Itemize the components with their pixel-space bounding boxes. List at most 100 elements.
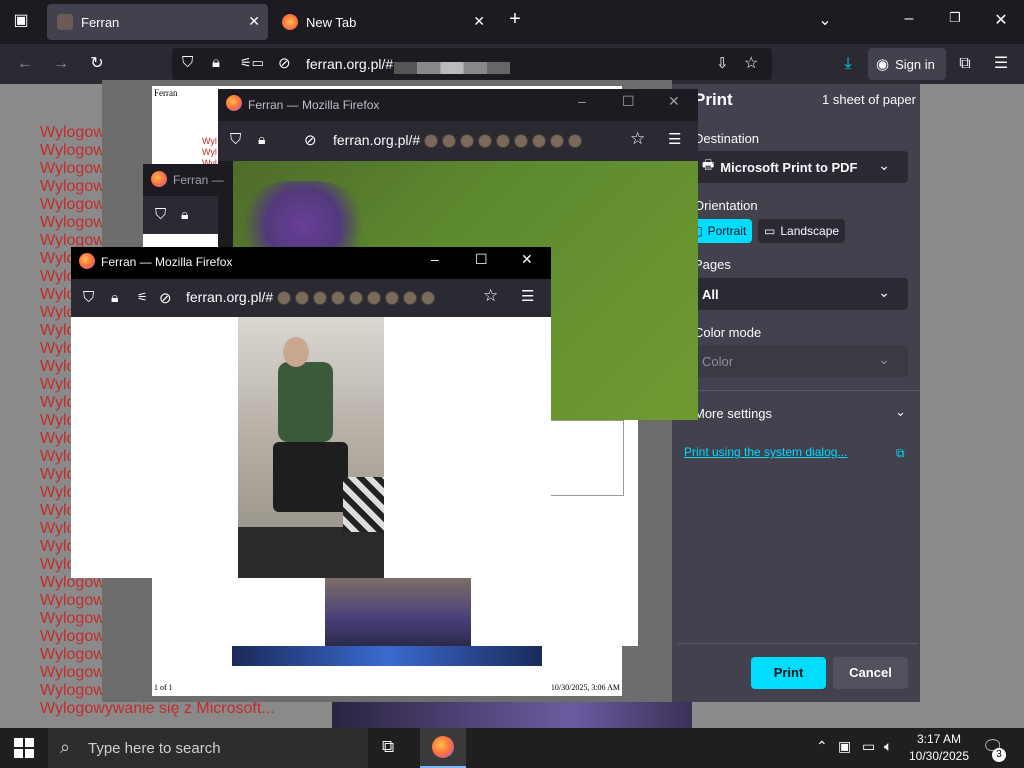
shield-icon[interactable]: ⛉ <box>83 289 94 306</box>
destination-value: Microsoft Print to PDF <box>720 159 858 175</box>
sheet-red-line: Wyl <box>202 147 217 157</box>
sheet-title: Ferran <box>154 88 178 98</box>
emoji-row <box>424 134 582 148</box>
tab-list-icon[interactable]: ▣ <box>8 10 34 30</box>
sign-in-label: Sign in <box>895 56 935 72</box>
firefox-window-front[interactable]: Ferran — Mozilla Firefox – ☐ ✕ ⛉ 🔒︎ ⚟ ⊘ … <box>71 247 551 578</box>
shield-icon[interactable]: ⛉ <box>230 131 241 148</box>
landscape-toggle[interactable]: ▭ Landscape <box>758 219 846 243</box>
preview-video-thumb <box>325 578 471 646</box>
menu-icon[interactable]: ☰ <box>668 130 681 148</box>
shield-icon[interactable]: ⛉ <box>182 54 193 71</box>
lock-icon[interactable]: 🔒︎ <box>181 206 188 223</box>
nested-sheet-edge <box>540 420 624 496</box>
cancel-button[interactable]: Cancel <box>833 657 908 689</box>
clock[interactable]: 3:17 AM 10/30/2025 <box>904 731 974 765</box>
system-dialog-link[interactable]: Print using the system dialog... <box>684 445 847 459</box>
portrait-label: Portrait <box>707 224 747 238</box>
firefox-icon <box>79 253 95 269</box>
tab-label: Ferran <box>81 14 120 30</box>
downloads-icon[interactable]: ⤓ <box>835 52 861 76</box>
firefox-window-mid[interactable]: Ferran — ⛉ 🔒︎ <box>143 164 224 248</box>
tab-bar: ▣ Ferran ✕ New Tab ✕ + ⌄ – ❐ ✕ <box>0 0 1024 44</box>
window-nav-bar: ⛉ 🔒︎ <box>143 196 218 234</box>
menu-icon[interactable]: ☰ <box>521 287 534 305</box>
tracking-off-icon[interactable]: ⊘ <box>304 131 317 149</box>
minimize-icon[interactable]: – <box>896 10 922 28</box>
maximize-icon[interactable]: ☐ <box>475 251 488 268</box>
chevron-down-icon[interactable]: ⌄ <box>812 10 838 30</box>
minimize-icon[interactable]: – <box>578 93 586 109</box>
close-window-icon[interactable]: ✕ <box>988 10 1014 30</box>
task-view-icon[interactable]: ⧉ <box>382 737 394 757</box>
printer-icon: 🖶︎ <box>702 157 715 172</box>
shield-icon[interactable]: ⛉ <box>155 206 166 223</box>
forward-icon[interactable]: → <box>48 52 74 76</box>
star-icon[interactable]: ☆ <box>483 286 498 306</box>
sign-in-button[interactable]: ◉ Sign in <box>868 48 946 80</box>
taskbar-search[interactable]: ⌕ Type here to search <box>48 728 368 768</box>
windows-start-icon[interactable] <box>14 738 34 758</box>
destination-select[interactable]: 🖶︎ Microsoft Print to PDF ⌄ <box>690 151 908 183</box>
page-save-icon[interactable]: ⇩ <box>716 54 729 72</box>
more-settings-toggle[interactable]: More settings <box>694 406 772 421</box>
reload-icon[interactable]: ↻ <box>84 52 110 76</box>
pages-label: Pages <box>694 257 731 272</box>
new-tab-icon[interactable]: + <box>502 8 528 31</box>
close-icon[interactable]: ✕ <box>668 93 680 110</box>
microsoft-line: Wylogowywanie się z Microsoft... <box>40 700 275 717</box>
back-icon[interactable]: ← <box>12 52 38 76</box>
video-strip <box>332 702 692 728</box>
maximize-icon[interactable]: ☐ <box>622 93 635 110</box>
close-tab-icon[interactable]: ✕ <box>248 13 260 30</box>
firefox-icon <box>432 736 454 758</box>
permissions-icon[interactable]: ⚟▭ <box>240 55 264 71</box>
close-tab-icon[interactable]: ✕ <box>473 13 485 30</box>
permissions-icon[interactable]: ⚟ <box>137 290 148 304</box>
taskbar-firefox[interactable] <box>420 728 466 768</box>
person-shorts <box>273 442 348 512</box>
sheet-date: 10/30/2025, 3:06 AM <box>550 683 620 692</box>
tab-new-tab[interactable]: New Tab ✕ <box>272 4 493 40</box>
window-title: Ferran — Mozilla Firefox <box>248 98 380 112</box>
restore-icon[interactable]: ❐ <box>942 10 968 26</box>
chevron-up-icon[interactable]: ⌃ <box>816 738 828 755</box>
url-bar[interactable]: ⛉ 🔒︎ ⚟▭ ⊘ ferran.org.pl/# ⇩ ☆ <box>172 48 772 80</box>
chevron-down-icon: ⌄ <box>878 351 890 367</box>
orientation-label: Orientation <box>694 198 758 213</box>
sheet-page-count: 1 of 1 <box>154 683 173 692</box>
menu-icon[interactable]: ☰ <box>988 52 1014 76</box>
chevron-down-icon[interactable]: ⌄ <box>895 404 906 420</box>
url-text: ferran.org.pl/# <box>306 56 394 72</box>
tab-ferran[interactable]: Ferran ✕ <box>47 4 268 40</box>
portrait-toggle[interactable]: ▯ Portrait <box>690 219 753 243</box>
color-mode-select[interactable]: Color ⌄ <box>690 345 908 377</box>
volume-muted-icon[interactable]: 🔈︎ <box>884 738 892 755</box>
landscape-icon: ▭ <box>764 224 776 238</box>
print-button[interactable]: Print <box>751 657 826 689</box>
star-icon[interactable]: ☆ <box>744 53 758 73</box>
minimize-icon[interactable]: – <box>431 251 439 267</box>
divider <box>678 643 918 644</box>
network-alert-icon[interactable]: ▣ <box>838 738 851 755</box>
clock-date: 10/30/2025 <box>908 749 970 763</box>
star-icon[interactable]: ☆ <box>630 129 645 149</box>
tracking-off-icon[interactable]: ⊘ <box>159 289 172 307</box>
lock-icon[interactable]: 🔒︎ <box>258 131 265 148</box>
window-nav-bar: ⛉ 🔒︎ ⊘ ferran.org.pl/# ☆ ☰ <box>218 121 698 161</box>
lock-icon[interactable]: 🔒︎ <box>212 54 220 71</box>
destination-label: Destination <box>694 131 760 146</box>
clock-time: 3:17 AM <box>916 732 962 746</box>
person-head <box>283 337 309 367</box>
extensions-icon[interactable]: ⧉ <box>952 52 978 76</box>
pages-select[interactable]: All ⌄ <box>690 278 908 310</box>
firefox-icon <box>151 171 167 187</box>
lock-icon[interactable]: 🔒︎ <box>111 289 118 306</box>
window-url: ferran.org.pl/# <box>333 132 421 148</box>
tracking-off-icon[interactable]: ⊘ <box>278 54 291 72</box>
divider <box>684 390 920 391</box>
nav-bar: ← → ↻ ⛉ 🔒︎ ⚟▭ ⊘ ferran.org.pl/# ⇩ ☆ ⤓ ◉ … <box>0 44 1024 84</box>
display-icon[interactable]: ▭ <box>862 738 875 755</box>
color-mode-label: Color mode <box>694 325 762 340</box>
close-icon[interactable]: ✕ <box>521 251 533 268</box>
